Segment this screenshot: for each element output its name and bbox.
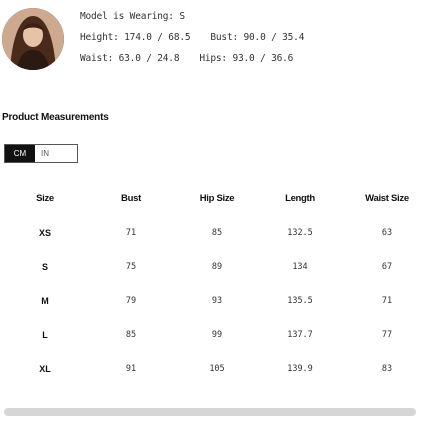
cell-bust: 75 xyxy=(125,262,137,272)
cell-bust: 91 xyxy=(125,364,137,374)
cell-size: M xyxy=(41,296,49,306)
cell-hip-size: 93 xyxy=(211,296,223,306)
table-row: XS 71 85 132.5 63 xyxy=(0,216,438,250)
cell-bust: 79 xyxy=(125,296,137,306)
unit-cm-option[interactable]: CM xyxy=(5,145,35,162)
cell-hip-size: 85 xyxy=(211,228,223,238)
table-row: M 79 93 135.5 71 xyxy=(0,284,438,318)
cell-waist-size: 63 xyxy=(381,228,393,238)
cell-length: 135.5 xyxy=(287,296,313,306)
size-table: Size Bust Hip Size Length Waist Size XS … xyxy=(0,182,438,386)
header-length: Length xyxy=(285,193,315,204)
cell-hip-size: 99 xyxy=(211,330,223,340)
table-row: XL 91 105 139.9 83 xyxy=(0,352,438,386)
header-hip-size: Hip Size xyxy=(199,193,235,204)
table-header-row: Size Bust Hip Size Length Waist Size xyxy=(0,182,438,216)
cell-length: 134 xyxy=(292,262,308,272)
header-size: Size xyxy=(36,193,54,204)
cell-bust: 85 xyxy=(125,330,137,340)
cell-waist-size: 83 xyxy=(381,364,393,374)
model-waist: Waist: 63.0 / 24.8 xyxy=(80,53,180,64)
cell-hip-size: 105 xyxy=(209,364,225,374)
unit-toggle[interactable]: CM IN xyxy=(4,144,78,163)
cell-hip-size: 89 xyxy=(211,262,223,272)
model-height: Height: 174.0 / 68.5 xyxy=(80,32,191,43)
cell-waist-size: 67 xyxy=(381,262,393,272)
cell-waist-size: 77 xyxy=(381,330,393,340)
horizontal-scrollbar[interactable] xyxy=(4,408,416,416)
scrollbar-thumb[interactable] xyxy=(4,408,416,416)
unit-in-option[interactable]: IN xyxy=(35,145,77,162)
cell-waist-size: 71 xyxy=(381,296,393,306)
cell-size: XL xyxy=(39,364,51,374)
header-waist-size: Waist Size xyxy=(365,193,409,204)
cell-bust: 71 xyxy=(125,228,137,238)
model-avatar xyxy=(2,8,64,70)
header-bust: Bust xyxy=(121,193,141,204)
model-bust: Bust: 90.0 / 35.4 xyxy=(210,32,305,43)
product-measurements-title: Product Measurements xyxy=(2,112,109,123)
table-row: S 75 89 134 67 xyxy=(0,250,438,284)
table-row: L 85 99 137.7 77 xyxy=(0,318,438,352)
model-wearing: Model is Wearing: S xyxy=(80,11,185,22)
model-info: Model is Wearing: S Height: 174.0 / 68.5… xyxy=(0,0,438,82)
cell-size: XS xyxy=(38,228,51,238)
cell-length: 139.9 xyxy=(287,364,313,374)
cell-size: S xyxy=(41,262,48,272)
model-hips: Hips: 93.0 / 36.6 xyxy=(199,53,294,64)
cell-length: 137.7 xyxy=(287,330,313,340)
cell-size: L xyxy=(42,330,48,340)
cell-length: 132.5 xyxy=(287,228,313,238)
